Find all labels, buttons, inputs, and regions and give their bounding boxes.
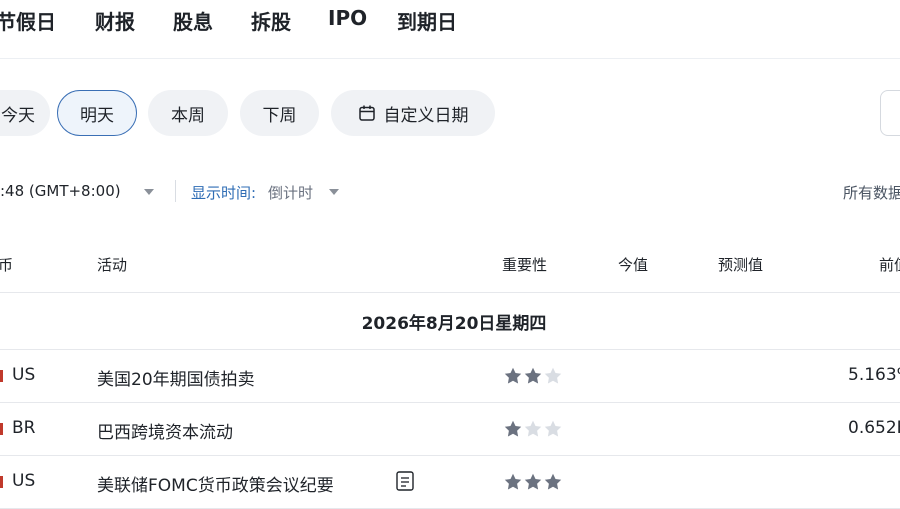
col-importance[interactable]: 重要性 <box>502 254 547 275</box>
nav-splits[interactable]: 拆股 <box>251 6 291 35</box>
chip-today-label: 今天 <box>1 105 35 126</box>
chip-today[interactable]: 今天 <box>0 90 50 136</box>
filter-bar: :48 (GMT+8:00) 显示时间: 倒计时 所有数据 <box>0 180 900 204</box>
nav-holidays[interactable]: 节假日 <box>0 6 56 35</box>
table-header: 币 活动 重要性 今值 预测值 前值 <box>0 240 900 293</box>
star-icon <box>523 472 543 492</box>
chip-this-week-label: 本周 <box>171 105 205 126</box>
all-data-link[interactable]: 所有数据 <box>843 182 900 203</box>
col-forecast[interactable]: 预测值 <box>718 254 763 275</box>
table-row[interactable]: BR 巴西跨境资本流动 0.652B <box>0 403 900 456</box>
event-name[interactable]: 巴西跨境资本流动 <box>97 418 233 443</box>
event-name[interactable]: 美联储FOMC货币政策会议纪要 <box>97 471 334 496</box>
star-icon <box>543 472 563 492</box>
col-currency[interactable]: 币 <box>0 254 13 275</box>
calendar-icon <box>358 104 376 122</box>
star-icon <box>523 419 543 439</box>
chip-custom-date[interactable]: 自定义日期 <box>331 90 495 136</box>
importance-stars <box>503 419 563 439</box>
previous-value: 5.163% <box>848 365 900 385</box>
currency-code: US <box>12 471 36 491</box>
nav-ipo[interactable]: IPO <box>328 6 367 30</box>
currency-code: BR <box>12 418 36 438</box>
nav-expiration[interactable]: 到期日 <box>397 6 457 35</box>
event-name[interactable]: 美国20年期国债拍卖 <box>97 365 255 390</box>
chip-next-week[interactable]: 下周 <box>240 90 319 136</box>
top-nav: 节假日 财报 股息 拆股 IPO 到期日 <box>0 0 900 40</box>
star-icon <box>523 366 543 386</box>
nav-earnings[interactable]: 财报 <box>95 6 135 35</box>
date-group-header: 2026年8月20日星期四 <box>0 293 900 350</box>
col-previous[interactable]: 前值 <box>879 254 900 275</box>
star-icon <box>503 419 523 439</box>
star-icon <box>543 366 563 386</box>
importance-stars <box>503 366 563 386</box>
previous-value: 0.652B <box>848 418 900 438</box>
col-actual[interactable]: 今值 <box>618 254 648 275</box>
col-event[interactable]: 活动 <box>97 254 127 275</box>
table-row[interactable]: US 美国20年期国债拍卖 5.163% <box>0 350 900 403</box>
chip-next-week-label: 下周 <box>262 105 297 126</box>
display-time-label[interactable]: 显示时间: <box>191 182 256 203</box>
table-row[interactable]: US 美联储FOMC货币政策会议纪要 <box>0 456 900 509</box>
document-icon[interactable] <box>395 470 415 497</box>
chip-tomorrow[interactable]: 明天 <box>57 90 137 136</box>
filter-button[interactable] <box>880 90 900 136</box>
date-group-label: 2026年8月20日星期四 <box>361 313 547 334</box>
display-time-value[interactable]: 倒计时 <box>268 182 313 203</box>
filter-divider <box>175 180 176 202</box>
timezone-select[interactable]: :48 (GMT+8:00) <box>0 182 121 200</box>
flag-icon <box>0 370 3 382</box>
chip-tomorrow-label: 明天 <box>80 105 114 126</box>
caret-down-icon[interactable] <box>329 189 339 195</box>
chip-custom-date-label: 自定义日期 <box>383 105 469 126</box>
currency-code: US <box>12 365 36 385</box>
chip-this-week[interactable]: 本周 <box>148 90 228 136</box>
nav-divider <box>0 58 900 59</box>
nav-dividends[interactable]: 股息 <box>173 6 213 35</box>
flag-icon <box>0 476 3 488</box>
caret-down-icon[interactable] <box>144 189 154 195</box>
star-icon <box>503 366 523 386</box>
star-icon <box>503 472 523 492</box>
star-icon <box>543 419 563 439</box>
flag-icon <box>0 423 3 435</box>
importance-stars <box>503 472 563 492</box>
